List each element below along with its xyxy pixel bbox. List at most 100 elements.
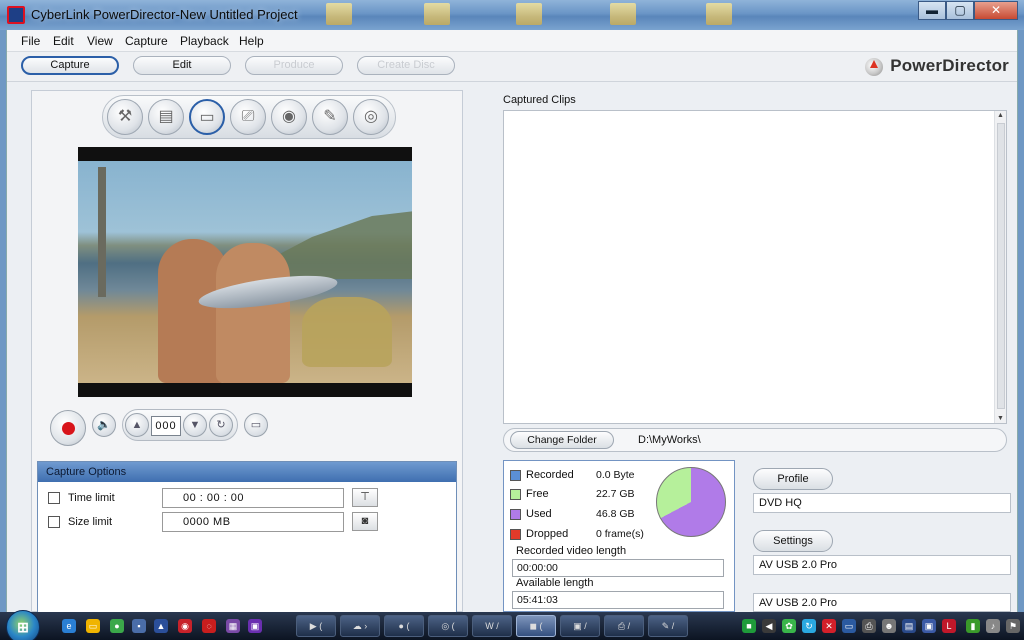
antivirus-icon[interactable]: ◌ (202, 619, 216, 633)
capture-device-icon[interactable]: ▤ (148, 99, 184, 135)
tray-network-icon[interactable]: ▤ (902, 619, 916, 633)
time-limit-checkbox[interactable] (48, 492, 60, 504)
tray-arrow-icon[interactable]: ◀ (762, 619, 776, 633)
tray-battery-icon[interactable]: ▮ (966, 619, 980, 633)
create-disc-mode-button[interactable]: Create Disc (357, 56, 455, 75)
recorded-label: Recorded (526, 469, 574, 481)
record-button[interactable] (50, 410, 86, 446)
save-icon[interactable]: ▣ (248, 619, 262, 633)
scroll-thumb[interactable] (997, 123, 1005, 409)
profile-button[interactable]: Profile (753, 468, 833, 490)
profile-value: DVD HQ (753, 493, 1011, 513)
menu-capture[interactable]: Capture (125, 34, 168, 48)
menu-edit[interactable]: Edit (53, 34, 74, 48)
taskbar-item[interactable]: ● ( (384, 615, 424, 637)
video-device-value: AV USB 2.0 Pro (753, 555, 1011, 575)
clips-scrollbar[interactable]: ▲ ▼ (994, 111, 1006, 423)
app-window: File Edit View Capture Playback Help Cap… (6, 30, 1018, 613)
audio-device-value: AV USB 2.0 Pro (753, 593, 1011, 612)
channel-scan-icon[interactable]: ↻ (209, 413, 233, 437)
taskbar-item[interactable]: ✎ / (648, 615, 688, 637)
preview-frame (78, 161, 412, 383)
menu-bar: File Edit View Capture Playback Help (7, 30, 1017, 52)
tray-monitor-icon[interactable]: ▣ (922, 619, 936, 633)
webcam-icon[interactable]: ◉ (271, 99, 307, 135)
channel-down-icon[interactable]: ▼ (183, 413, 207, 437)
close-button[interactable]: ✕ (974, 1, 1018, 20)
tray-shield-icon[interactable]: ✕ (822, 619, 836, 633)
tray-printer-icon[interactable]: ⎙ (862, 619, 876, 633)
menu-playback[interactable]: Playback (180, 34, 229, 48)
app-icon[interactable]: ● (110, 619, 124, 633)
tray-flag-icon[interactable]: ⚑ (1006, 619, 1020, 633)
time-limit-field[interactable]: 00 : 00 : 00 (162, 488, 344, 508)
channel-counter[interactable]: 000 (151, 416, 181, 436)
tray-status-icon[interactable]: ■ (742, 619, 756, 633)
edit-mode-button[interactable]: Edit (133, 56, 231, 75)
start-button[interactable]: ⊞ (6, 610, 40, 640)
tools-icon[interactable]: ⚒ (107, 99, 143, 135)
scroll-up-icon[interactable]: ▲ (997, 112, 1004, 119)
network-icon[interactable]: ▪ (132, 619, 146, 633)
size-limit-row: Size limit 0000 MB ◙ (48, 512, 448, 532)
settings-button[interactable]: Settings (753, 530, 833, 552)
menu-view[interactable]: View (87, 34, 113, 48)
microphone-icon[interactable]: ✎ (312, 99, 348, 135)
time-limit-row: Time limit 00 : 00 : 00 ⊤ (48, 488, 448, 508)
folder-icon[interactable]: ▭ (86, 619, 100, 633)
minimize-button[interactable]: ▬ (918, 1, 946, 20)
tray-lp-icon[interactable]: L (942, 619, 956, 633)
capture-mode-button[interactable]: Capture (21, 56, 119, 75)
taskbar-item[interactable]: ☁ › (340, 615, 380, 637)
media-icon[interactable]: ◉ (178, 619, 192, 633)
recorded-value: 0.0 Byte (596, 469, 635, 481)
taskbar-item[interactable]: ⎙ / (604, 615, 644, 637)
change-folder-button[interactable]: Change Folder (510, 431, 614, 449)
brand-name: PowerDirector (890, 56, 1009, 75)
size-limit-field[interactable]: 0000 MB (162, 512, 344, 532)
disc-icon[interactable]: ◎ (353, 99, 389, 135)
channel-up-icon[interactable]: ▲ (125, 413, 149, 437)
mute-icon[interactable]: 🔈 (92, 413, 116, 437)
size-limit-checkbox[interactable] (48, 516, 60, 528)
captured-clips-list[interactable]: ▲ ▼ (503, 110, 1007, 424)
menu-help[interactable]: Help (239, 34, 264, 48)
capture-controls: 🔈 ▲ 000 ▼ ↻ ▭ (36, 407, 346, 447)
menu-file[interactable]: File (21, 34, 40, 48)
recorded-swatch (510, 470, 521, 481)
title-bar: CyberLink PowerDirector-New Untitled Pro… (0, 0, 1024, 30)
captured-clips-panel: Captured Clips ▲ ▼ Change Folder D:\MyWo… (493, 90, 1011, 612)
mode-bar: Capture Edit Produce Create Disc PowerDi… (7, 52, 1017, 82)
recorded-length-field: 00:00:00 (512, 559, 724, 577)
taskbar-item[interactable]: W / (472, 615, 512, 637)
disk-usage-pie (656, 467, 726, 537)
tray-refresh-icon[interactable]: ↻ (802, 619, 816, 633)
used-value: 46.8 GB (596, 508, 635, 520)
tv-capture-icon[interactable]: ▭ (189, 99, 225, 135)
time-limit-icon[interactable]: ⊤ (352, 488, 378, 507)
desktop-folder-icon (516, 3, 542, 25)
scroll-down-icon[interactable]: ▼ (997, 415, 1004, 422)
folder-path: D:\MyWorks\ (638, 434, 701, 446)
photo-icon[interactable]: ▲ (154, 619, 168, 633)
time-limit-label: Time limit (68, 492, 115, 504)
taskbar-item[interactable]: ▣ / (560, 615, 600, 637)
taskbar-item[interactable]: ▶ ( (296, 615, 336, 637)
maximize-button[interactable]: ▢ (946, 1, 974, 20)
tray-display-icon[interactable]: ▭ (842, 619, 856, 633)
produce-mode-button[interactable]: Produce (245, 56, 343, 75)
ie-icon[interactable]: e (62, 619, 76, 633)
taskbar-item[interactable]: ◎ ( (428, 615, 468, 637)
used-label: Used (526, 508, 552, 520)
free-swatch (510, 489, 521, 500)
app-icon[interactable] (7, 6, 25, 24)
app2-icon[interactable]: ▦ (226, 619, 240, 633)
tray-skull-icon[interactable]: ☻ (882, 619, 896, 633)
snapshot-settings-icon[interactable]: ▭ (244, 413, 268, 437)
scanner-icon[interactable]: ⎚ (230, 99, 266, 135)
capture-options-panel: Capture Options Time limit 00 : 00 : 00 … (37, 461, 457, 613)
camera-icon[interactable]: ◙ (352, 512, 378, 531)
tray-speaker-icon[interactable]: ♪ (986, 619, 1000, 633)
tray-gear-icon[interactable]: ✿ (782, 619, 796, 633)
taskbar-item-powerdirector[interactable]: ◼ ( (516, 615, 556, 637)
